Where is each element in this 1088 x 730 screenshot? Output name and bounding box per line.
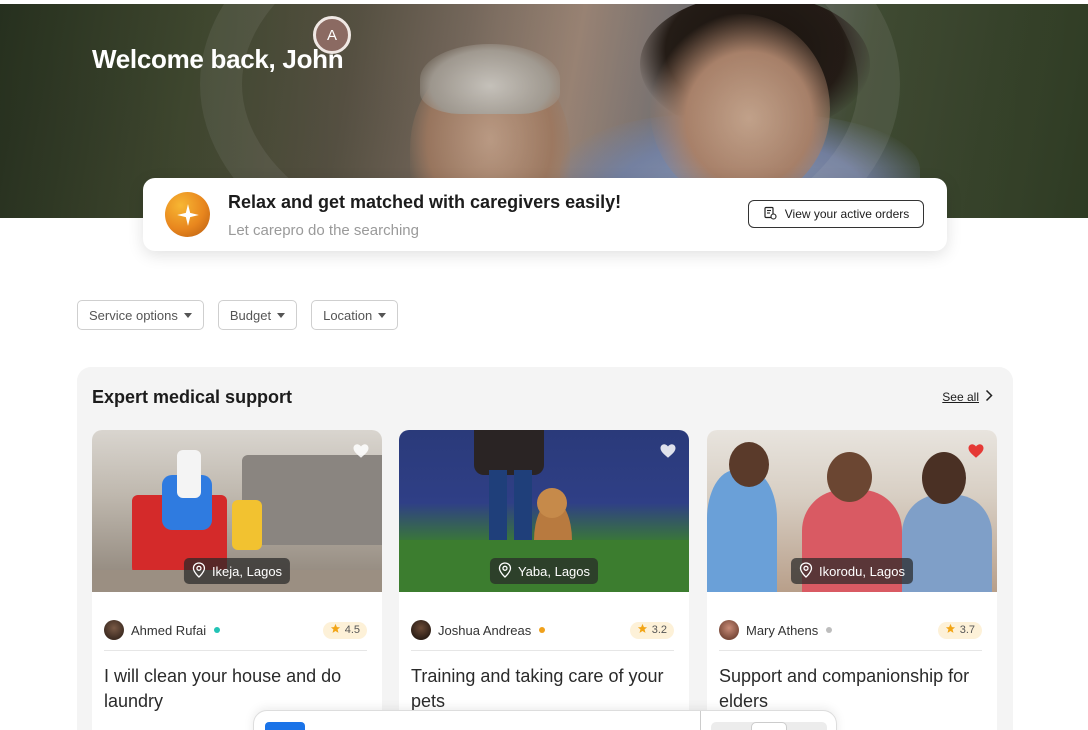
orders-list-icon	[763, 206, 777, 223]
status-dot	[826, 627, 833, 633]
filter-bar: Service options Budget Location	[77, 300, 399, 330]
service-title: Training and taking care of your pets	[411, 666, 664, 711]
floating-toolbar	[253, 710, 837, 730]
rating-value: 4.5	[344, 624, 360, 636]
match-banner-subtitle: Let carepro do the searching	[228, 222, 419, 239]
divider	[411, 650, 674, 651]
filter-label: Location	[323, 307, 373, 323]
location-badge: Ikorodu, Lagos	[790, 558, 914, 584]
avatar	[104, 620, 124, 640]
filter-service-options[interactable]: Service options	[77, 300, 204, 330]
divider	[104, 650, 367, 651]
service-title: Support and companionship for elders	[719, 666, 970, 711]
see-all-link[interactable]: See all	[942, 389, 993, 405]
filter-label: Budget	[229, 307, 272, 323]
owner-row: Joshua Andreas 3.2	[411, 620, 674, 640]
filter-budget[interactable]: Budget	[217, 300, 298, 330]
owner-name: Ahmed Rufai	[131, 622, 207, 638]
user-avatar[interactable]: A	[313, 16, 351, 54]
map-pin-icon	[498, 561, 512, 581]
match-banner-title: Relax and get matched with caregivers ea…	[228, 192, 622, 212]
expert-medical-support-section: Expert medical support See all Ikeja, La…	[77, 367, 1013, 730]
toolbar-divider	[700, 711, 701, 730]
star-icon	[637, 623, 648, 637]
service-title: I will clean your house and do laundry	[104, 666, 342, 711]
divider	[719, 650, 982, 651]
heart-icon[interactable]	[352, 442, 370, 460]
star-icon	[945, 623, 956, 637]
rating-value: 3.2	[651, 624, 667, 636]
welcome-heading: Welcome back, John	[92, 44, 344, 74]
avatar	[719, 620, 739, 640]
map-pin-icon	[799, 561, 813, 581]
owner-name: Mary Athens	[746, 622, 819, 638]
rating-badge: 3.2	[629, 621, 674, 639]
sparkle-icon	[165, 192, 210, 237]
see-all-label: See all	[942, 390, 979, 404]
caret-down-icon	[378, 312, 387, 318]
avatar	[411, 620, 431, 640]
heart-icon[interactable]	[659, 442, 677, 460]
service-card[interactable]: Ikeja, Lagos Ahmed Rufai 4.5 I will clea…	[92, 430, 382, 730]
rating-badge: 4.5	[322, 621, 367, 639]
caret-down-icon	[277, 312, 286, 318]
owner-row: Mary Athens 3.7	[719, 620, 982, 640]
filter-label: Service options	[89, 307, 178, 323]
location-badge: Ikeja, Lagos	[183, 558, 291, 584]
location-badge: Yaba, Lagos	[489, 558, 599, 584]
rating-badge: 3.7	[937, 621, 982, 639]
owner-row: Ahmed Rufai 4.5	[104, 620, 367, 640]
service-card[interactable]: Yaba, Lagos Joshua Andreas 3.2 Training …	[399, 430, 689, 730]
status-dot	[539, 627, 546, 633]
toolbar-segment-selected[interactable]	[751, 722, 787, 730]
owner-name: Joshua Andreas	[438, 622, 532, 638]
match-banner: Relax and get matched with caregivers ea…	[143, 178, 947, 251]
toolbar-primary-button[interactable]	[265, 722, 305, 730]
view-active-orders-label: View your active orders	[784, 207, 910, 221]
heart-filled-icon[interactable]	[967, 442, 985, 460]
chevron-right-icon	[985, 389, 993, 405]
service-card[interactable]: Ikorodu, Lagos Mary Athens 3.7 Support a…	[707, 430, 997, 730]
status-dot	[214, 627, 221, 633]
location-label: Ikorodu, Lagos	[818, 563, 906, 579]
rating-value: 3.7	[959, 624, 975, 636]
section-title: Expert medical support	[92, 387, 293, 407]
location-label: Ikeja, Lagos	[211, 563, 283, 579]
toolbar-segmented-control[interactable]	[711, 722, 827, 730]
view-active-orders-button[interactable]: View your active orders	[748, 200, 924, 228]
star-icon	[330, 623, 341, 637]
filter-location[interactable]: Location	[311, 300, 399, 330]
caret-down-icon	[183, 312, 192, 318]
map-pin-icon	[192, 561, 206, 581]
location-label: Yaba, Lagos	[517, 563, 591, 579]
